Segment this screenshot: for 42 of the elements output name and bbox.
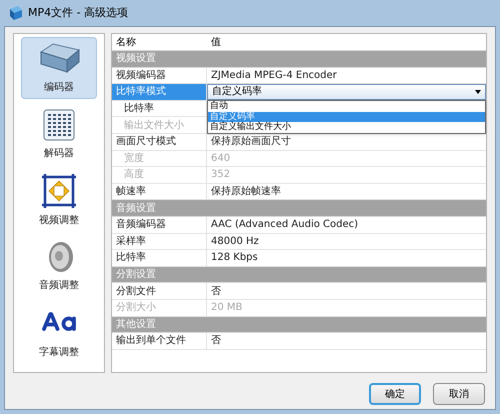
property-value: 640 [210, 152, 230, 166]
property-value: 否 [210, 334, 221, 348]
combo-box[interactable]: 自定义码率 [207, 84, 486, 100]
resize-icon [41, 172, 77, 208]
dropdown-option[interactable]: 自定义输出文件大小 [208, 122, 485, 133]
sidebar-item[interactable]: 字幕调整 [21, 301, 97, 363]
category-label: 其他设置 [115, 318, 156, 332]
grid-icon [42, 108, 76, 142]
property-value: 20 MB [210, 301, 242, 316]
sidebar-item[interactable]: 编码器 [21, 37, 97, 99]
sidebar-item[interactable]: 音频调整 [21, 235, 97, 297]
property-value: 128 Kbps [210, 251, 258, 266]
dropdown-option[interactable]: 自动 [208, 101, 485, 112]
category-label: 分割设置 [115, 268, 156, 282]
column-header: 名称 [115, 36, 137, 50]
column-header: 值 [210, 36, 221, 50]
property-label[interactable]: 采样率 [112, 234, 207, 250]
sidebar-item[interactable]: 视频调整 [21, 169, 97, 231]
caret-icon [475, 90, 481, 94]
property-value: ZJMedia MPEG-4 Encoder [210, 68, 337, 83]
property-value: 否 [210, 284, 221, 299]
property-label[interactable]: 音频编码器 [112, 216, 207, 233]
property-label[interactable]: 比特率 [112, 100, 207, 116]
sidebar-item[interactable]: 解码器 [21, 103, 97, 165]
property-value: 保持原始画面尺寸 [210, 134, 291, 150]
property-label[interactable]: 比特率 [112, 250, 207, 266]
property-label[interactable]: 画面尺寸模式 [112, 134, 207, 150]
app-icon [8, 5, 24, 21]
property-value: 保持原始帧速率 [210, 184, 281, 200]
window-title: MP4文件 - 高级选项 [28, 4, 128, 21]
category-label: 音频设置 [115, 202, 156, 216]
property-value: AAC (Advanced Audio Codec) [210, 218, 358, 232]
dialog-button[interactable]: 取消 [433, 383, 485, 405]
property-label[interactable]: 帧速率 [112, 184, 207, 200]
category-label: 视频设置 [115, 52, 156, 66]
property-label[interactable]: 分割文件 [112, 283, 207, 299]
property-label[interactable]: 输出到单个文件 [112, 333, 207, 349]
property-value: 352 [210, 168, 230, 182]
dialog-button[interactable]: 确定 [369, 383, 421, 405]
property-value: 48000 Hz [210, 234, 259, 249]
property-label[interactable]: 视频编码器 [112, 68, 207, 84]
device-icon [37, 42, 81, 76]
